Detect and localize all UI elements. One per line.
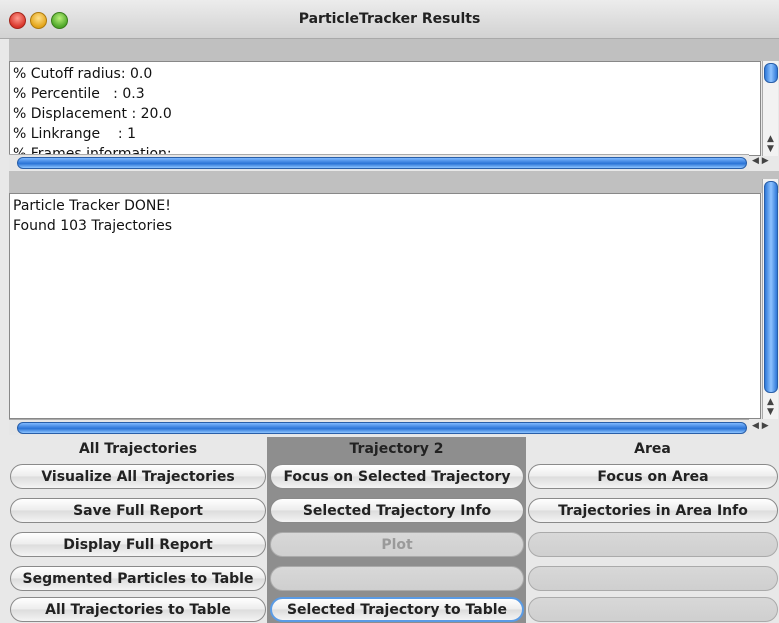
params-line: % Percentile : 0.3 (13, 86, 145, 102)
save-full-report-button[interactable]: Save Full Report (10, 498, 266, 523)
empty-area-button-3[interactable] (528, 597, 778, 622)
focus-on-selected-trajectory-button[interactable]: Focus on Selected Trajectory (270, 464, 524, 489)
results-horizontal-scroll-thumb[interactable] (17, 422, 747, 434)
all-trajectories-panel: All Trajectories Visualize All Trajector… (9, 437, 267, 623)
params-line: % Linkrange : 1 (13, 126, 137, 142)
all-trajectories-to-table-button[interactable]: All Trajectories to Table (10, 597, 266, 622)
selected-trajectory-info-button[interactable]: Selected Trajectory Info (270, 498, 524, 523)
results-vertical-scroll-thumb[interactable] (764, 181, 778, 393)
trajectories-in-area-info-button[interactable]: Trajectories in Area Info (528, 498, 778, 523)
params-line: % Displacement : 20.0 (13, 106, 172, 122)
results-line: Particle Tracker DONE! (13, 198, 171, 214)
segmented-particles-to-table-button[interactable]: Segmented Particles to Table (10, 566, 266, 591)
area-header: Area (634, 441, 671, 457)
trajectory-header: Trajectory 2 (349, 441, 444, 457)
params-header (9, 39, 779, 61)
results-header (9, 171, 779, 193)
params-horizontal-scroll-thumb[interactable] (17, 157, 747, 169)
params-vertical-scrollbar[interactable]: ▲ ▼ (762, 61, 778, 156)
params-scroll-arrows-icon[interactable]: ▲ ▼ (763, 134, 778, 154)
trajectory-panel: Trajectory 2 Focus on Selected Trajector… (267, 437, 526, 623)
focus-on-area-button[interactable]: Focus on Area (528, 464, 778, 489)
area-panel: Area Focus on Area Trajectories in Area … (526, 437, 779, 623)
results-line: Found 103 Trajectories (13, 218, 173, 234)
params-vertical-scroll-thumb[interactable] (764, 63, 778, 83)
empty-trajectory-button[interactable] (270, 566, 524, 591)
all-trajectories-header: All Trajectories (78, 441, 198, 457)
empty-area-button-2[interactable] (528, 566, 778, 591)
display-full-report-button[interactable]: Display Full Report (10, 532, 266, 557)
params-line: % Cutoff radius: 0.0 (13, 66, 153, 82)
params-horizontal-arrows-icon[interactable]: ◀ ▶ (752, 156, 769, 166)
window-title: ParticleTracker Results (298, 11, 481, 27)
results-horizontal-scrollbar[interactable] (9, 419, 749, 435)
visualize-all-trajectories-button[interactable]: Visualize All Trajectories (10, 464, 266, 489)
params-text-area[interactable]: % Cutoff radius: 0.0 % Percentile : 0.3 … (9, 61, 761, 156)
params-horizontal-scrollbar[interactable] (9, 154, 749, 170)
selected-trajectory-to-table-button[interactable]: Selected Trajectory to Table (270, 597, 524, 622)
results-scroll-arrows-icon[interactable]: ▲ ▼ (763, 397, 778, 417)
window-titlebar: ParticleTracker Results (0, 0, 779, 39)
results-text-area[interactable]: Particle Tracker DONE! Found 103 Traject… (9, 193, 761, 419)
results-horizontal-arrows-icon[interactable]: ◀ ▶ (752, 421, 769, 431)
results-vertical-scrollbar[interactable]: ▲ ▼ (762, 179, 778, 419)
empty-area-button-1[interactable] (528, 532, 778, 557)
plot-button[interactable]: Plot (270, 532, 524, 557)
